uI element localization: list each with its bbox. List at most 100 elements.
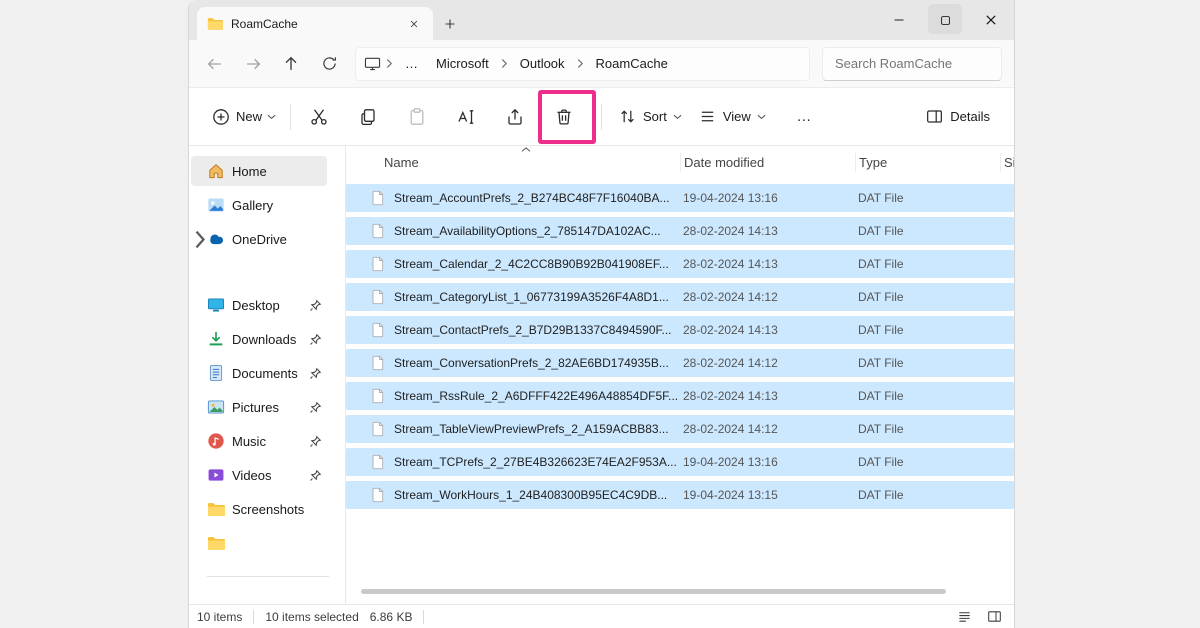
paste-button[interactable] <box>397 97 437 137</box>
sidebar-item-folder[interactable] <box>191 528 327 558</box>
explorer-tab[interactable]: RoamCache <box>197 7 433 40</box>
file-icon <box>370 256 386 272</box>
column-header-size[interactable]: Size <box>1000 153 1014 172</box>
status-bar: 10 items 10 items selected 6.86 KB <box>189 604 1014 628</box>
sidebar-item-documents[interactable]: Documents <box>191 358 327 388</box>
chevron-down-icon <box>673 114 682 120</box>
sidebar-item-gallery[interactable]: Gallery <box>191 190 327 220</box>
view-button-label: View <box>723 109 751 124</box>
chevron-spacer <box>193 537 207 549</box>
file-row[interactable]: Stream_TableViewPreviewPrefs_2_A159ACBB8… <box>346 415 1014 443</box>
chevron-spacer <box>193 165 207 177</box>
sidebar-item-pictures[interactable]: Pictures <box>191 392 327 422</box>
file-date-modified: 28-02-2024 14:12 <box>680 356 855 370</box>
rename-button[interactable] <box>446 97 486 137</box>
up-button[interactable] <box>273 46 309 82</box>
share-button[interactable] <box>495 97 535 137</box>
file-row[interactable]: Stream_AccountPrefs_2_B274BC48F7F16040BA… <box>346 184 1014 212</box>
breadcrumb-overflow[interactable]: … <box>398 53 425 74</box>
sidebar-item-label: Screenshots <box>232 502 304 517</box>
music-icon <box>207 432 225 450</box>
file-name: Stream_AccountPrefs_2_B274BC48F7F16040BA… <box>394 191 670 205</box>
forward-button[interactable] <box>235 46 271 82</box>
sidebar-item-downloads[interactable]: Downloads <box>191 324 327 354</box>
more-options-button[interactable]: … <box>786 99 822 135</box>
file-date-modified: 19-04-2024 13:16 <box>680 455 855 469</box>
sidebar-item-screenshots[interactable]: Screenshots <box>191 494 327 524</box>
file-row[interactable]: Stream_CategoryList_1_06773199A3526F4A8D… <box>346 283 1014 311</box>
file-date-modified: 28-02-2024 14:12 <box>680 290 855 304</box>
sort-button-label: Sort <box>643 109 667 124</box>
file-icon <box>370 190 386 206</box>
delete-button[interactable] <box>544 97 584 137</box>
chevron-spacer <box>193 503 207 515</box>
breadcrumb-item-microsoft[interactable]: Microsoft <box>429 53 496 74</box>
file-date-modified: 19-04-2024 13:15 <box>680 488 855 502</box>
maximize-button[interactable] <box>922 0 968 40</box>
sidebar-item-videos[interactable]: Videos <box>191 460 327 490</box>
file-name: Stream_CategoryList_1_06773199A3526F4A8D… <box>394 290 669 304</box>
file-row[interactable]: Stream_ContactPrefs_2_B7D29B1337C8494590… <box>346 316 1014 344</box>
sidebar-item-label: Music <box>232 434 266 449</box>
breadcrumb-item-roamcache[interactable]: RoamCache <box>589 53 675 74</box>
horizontal-scrollbar[interactable] <box>361 589 946 594</box>
sidebar-item-onedrive[interactable]: OneDrive <box>191 224 327 254</box>
address-bar[interactable]: … Microsoft Outlook RoamCache <box>355 47 810 81</box>
file-icon <box>370 322 386 338</box>
file-icon <box>370 487 386 503</box>
column-header-date-modified[interactable]: Date modified <box>680 153 855 172</box>
chevron-right-icon[interactable] <box>193 233 207 245</box>
tab-close-icon[interactable] <box>405 15 423 33</box>
file-name: Stream_RssRule_2_A6DFFF422E496A48854DF5F… <box>394 389 678 403</box>
details-pane-icon <box>925 107 944 126</box>
file-row[interactable]: Stream_WorkHours_1_24B408300B95EC4C9DB..… <box>346 481 1014 509</box>
preview-pane-toggle[interactable] <box>982 607 1006 627</box>
file-row[interactable]: Stream_AvailabilityOptions_2_785147DA102… <box>346 217 1014 245</box>
breadcrumb-item-outlook[interactable]: Outlook <box>513 53 572 74</box>
close-button[interactable] <box>968 0 1014 40</box>
file-row[interactable]: Stream_RssRule_2_A6DFFF422E496A48854DF5F… <box>346 382 1014 410</box>
sidebar-item-desktop[interactable]: Desktop <box>191 290 327 320</box>
column-header-name[interactable]: Name <box>360 153 680 172</box>
sidebar-item-home[interactable]: Home <box>191 156 327 186</box>
chevron-spacer <box>193 401 207 413</box>
file-row[interactable]: Stream_Calendar_2_4C2CC8B90B92B041908EF.… <box>346 250 1014 278</box>
pin-icon <box>309 367 322 380</box>
search-input[interactable]: Search RoamCache <box>822 47 1002 81</box>
minimize-button[interactable] <box>876 0 922 40</box>
status-divider <box>423 610 424 624</box>
new-tab-button[interactable] <box>433 7 467 40</box>
file-name: Stream_TableViewPreviewPrefs_2_A159ACBB8… <box>394 422 669 436</box>
sort-button[interactable]: Sort <box>610 99 690 134</box>
file-name: Stream_TCPrefs_2_27BE4B326623E74EA2F953A… <box>394 455 677 469</box>
downloads-icon <box>207 330 225 348</box>
sidebar: Home Gallery OneDrive Desktop Downloads Docum… <box>189 146 346 604</box>
chevron-spacer <box>193 435 207 447</box>
column-header-type[interactable]: Type <box>855 153 1000 172</box>
details-button-label: Details <box>950 109 990 124</box>
view-button[interactable]: View <box>690 99 774 134</box>
cut-button[interactable] <box>299 97 339 137</box>
refresh-button[interactable] <box>311 46 347 82</box>
copy-button[interactable] <box>348 97 388 137</box>
pc-icon <box>364 56 381 71</box>
pin-icon <box>309 299 322 312</box>
details-view-toggle[interactable] <box>952 607 976 627</box>
sidebar-item-music[interactable]: Music <box>191 426 327 456</box>
file-list: Stream_AccountPrefs_2_B274BC48F7F16040BA… <box>346 178 1014 514</box>
file-name: Stream_ConversationPrefs_2_82AE6BD174935… <box>394 356 669 370</box>
file-icon <box>370 421 386 437</box>
gallery-icon <box>207 196 225 214</box>
back-button[interactable] <box>197 46 233 82</box>
file-row[interactable]: Stream_ConversationPrefs_2_82AE6BD174935… <box>346 349 1014 377</box>
toolbar: New Sort <box>189 88 1014 146</box>
file-row[interactable]: Stream_TCPrefs_2_27BE4B326623E74EA2F953A… <box>346 448 1014 476</box>
details-button[interactable]: Details <box>917 99 998 134</box>
chevron-down-icon <box>757 114 766 120</box>
items-count: 10 items <box>197 610 242 624</box>
file-type: DAT File <box>855 257 1000 271</box>
chevron-spacer <box>193 199 207 211</box>
new-button[interactable]: New <box>205 99 282 135</box>
column-header-label: Type <box>859 155 887 170</box>
file-date-modified: 28-02-2024 14:13 <box>680 323 855 337</box>
